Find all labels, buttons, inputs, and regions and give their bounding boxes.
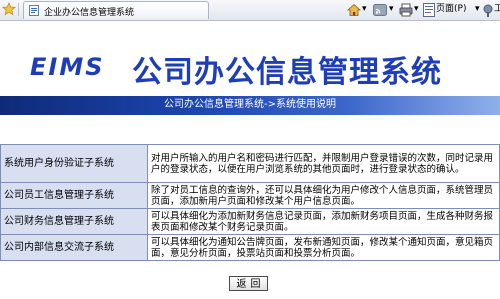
table-row: 公司员工信息管理子系统 除了对员工信息的查询外，还可以具体细化为用户修改个人信息…: [0, 182, 500, 209]
table-row: 公司财务信息管理子系统 可以具体细化为添加新财务信息记录页面，添加新财务项目页面…: [0, 208, 500, 235]
print-dropdown-icon[interactable]: ▾: [414, 1, 419, 17]
page-menu-dropdown-icon[interactable]: ▾: [475, 1, 480, 17]
subsystem-description: 可以具体细化为添加新财务信息记录页面，添加新财务项目页面，生成各种财务报表页面和…: [147, 208, 500, 235]
page-menu-icon: [423, 3, 435, 17]
browser-toolbar: 企业办公信息管理系统 ▾ ▾ ▾ 页面(P) ▾ 工: [0, 0, 500, 21]
feeds-icon[interactable]: [373, 4, 387, 16]
feeds-dropdown-icon[interactable]: ▾: [389, 1, 394, 17]
home-dropdown-icon[interactable]: ▾: [362, 1, 367, 17]
tab-title: 企业办公信息管理系统: [44, 8, 135, 18]
eims-logo: EIMS: [30, 53, 105, 81]
tools-menu-icon: [483, 4, 493, 17]
subsystem-name: 公司员工信息管理子系统: [0, 182, 148, 209]
home-icon[interactable]: [347, 3, 361, 17]
subsystem-table: 系统用户身份验证子系统 对用户所输入的用户名和密码进行匹配，并限制用户登录错误的…: [0, 144, 500, 261]
browser-tab[interactable]: 企业办公信息管理系统: [23, 1, 209, 19]
subsystem-description: 对用户所输入的用户名和密码进行匹配，并限制用户登录错误的次数，同时记录用户的登录…: [147, 144, 500, 183]
page-icon: [29, 5, 39, 16]
table-row: 系统用户身份验证子系统 对用户所输入的用户名和密码进行匹配，并限制用户登录错误的…: [0, 144, 500, 183]
page-menu-label[interactable]: 页面(P): [436, 1, 466, 17]
page-title: 公司办公信息管理系统: [132, 55, 442, 90]
subsystem-name: 公司财务信息管理子系统: [0, 208, 148, 235]
print-icon[interactable]: [399, 3, 413, 17]
subsystem-description: 除了对员工信息的查询外，还可以具体细化为用户修改个人信息页面，系统管理员页面，添…: [147, 182, 500, 209]
favorites-star-icon[interactable]: [2, 2, 16, 16]
subsystem-description: 可以具体细化为通知公告牌页面，发布新通知页面，修改某个通知页面，意见箱页面，意见…: [147, 234, 500, 261]
header-banner: EIMS 公司办公信息管理系统 公司办公信息管理系统->系统使用说明: [0, 21, 500, 131]
subsystem-name: 公司内部信息交流子系统: [0, 234, 148, 261]
table-row: 公司内部信息交流子系统 可以具体细化为通知公告牌页面，发布新通知页面，修改某个通…: [0, 234, 500, 261]
back-button[interactable]: 返回: [229, 276, 268, 291]
breadcrumb: 公司办公信息管理系统->系统使用说明: [164, 99, 336, 110]
tools-menu-label[interactable]: 工: [494, 1, 500, 17]
toolbar-separator: [18, 3, 19, 16]
subsystem-name: 系统用户身份验证子系统: [0, 144, 148, 183]
